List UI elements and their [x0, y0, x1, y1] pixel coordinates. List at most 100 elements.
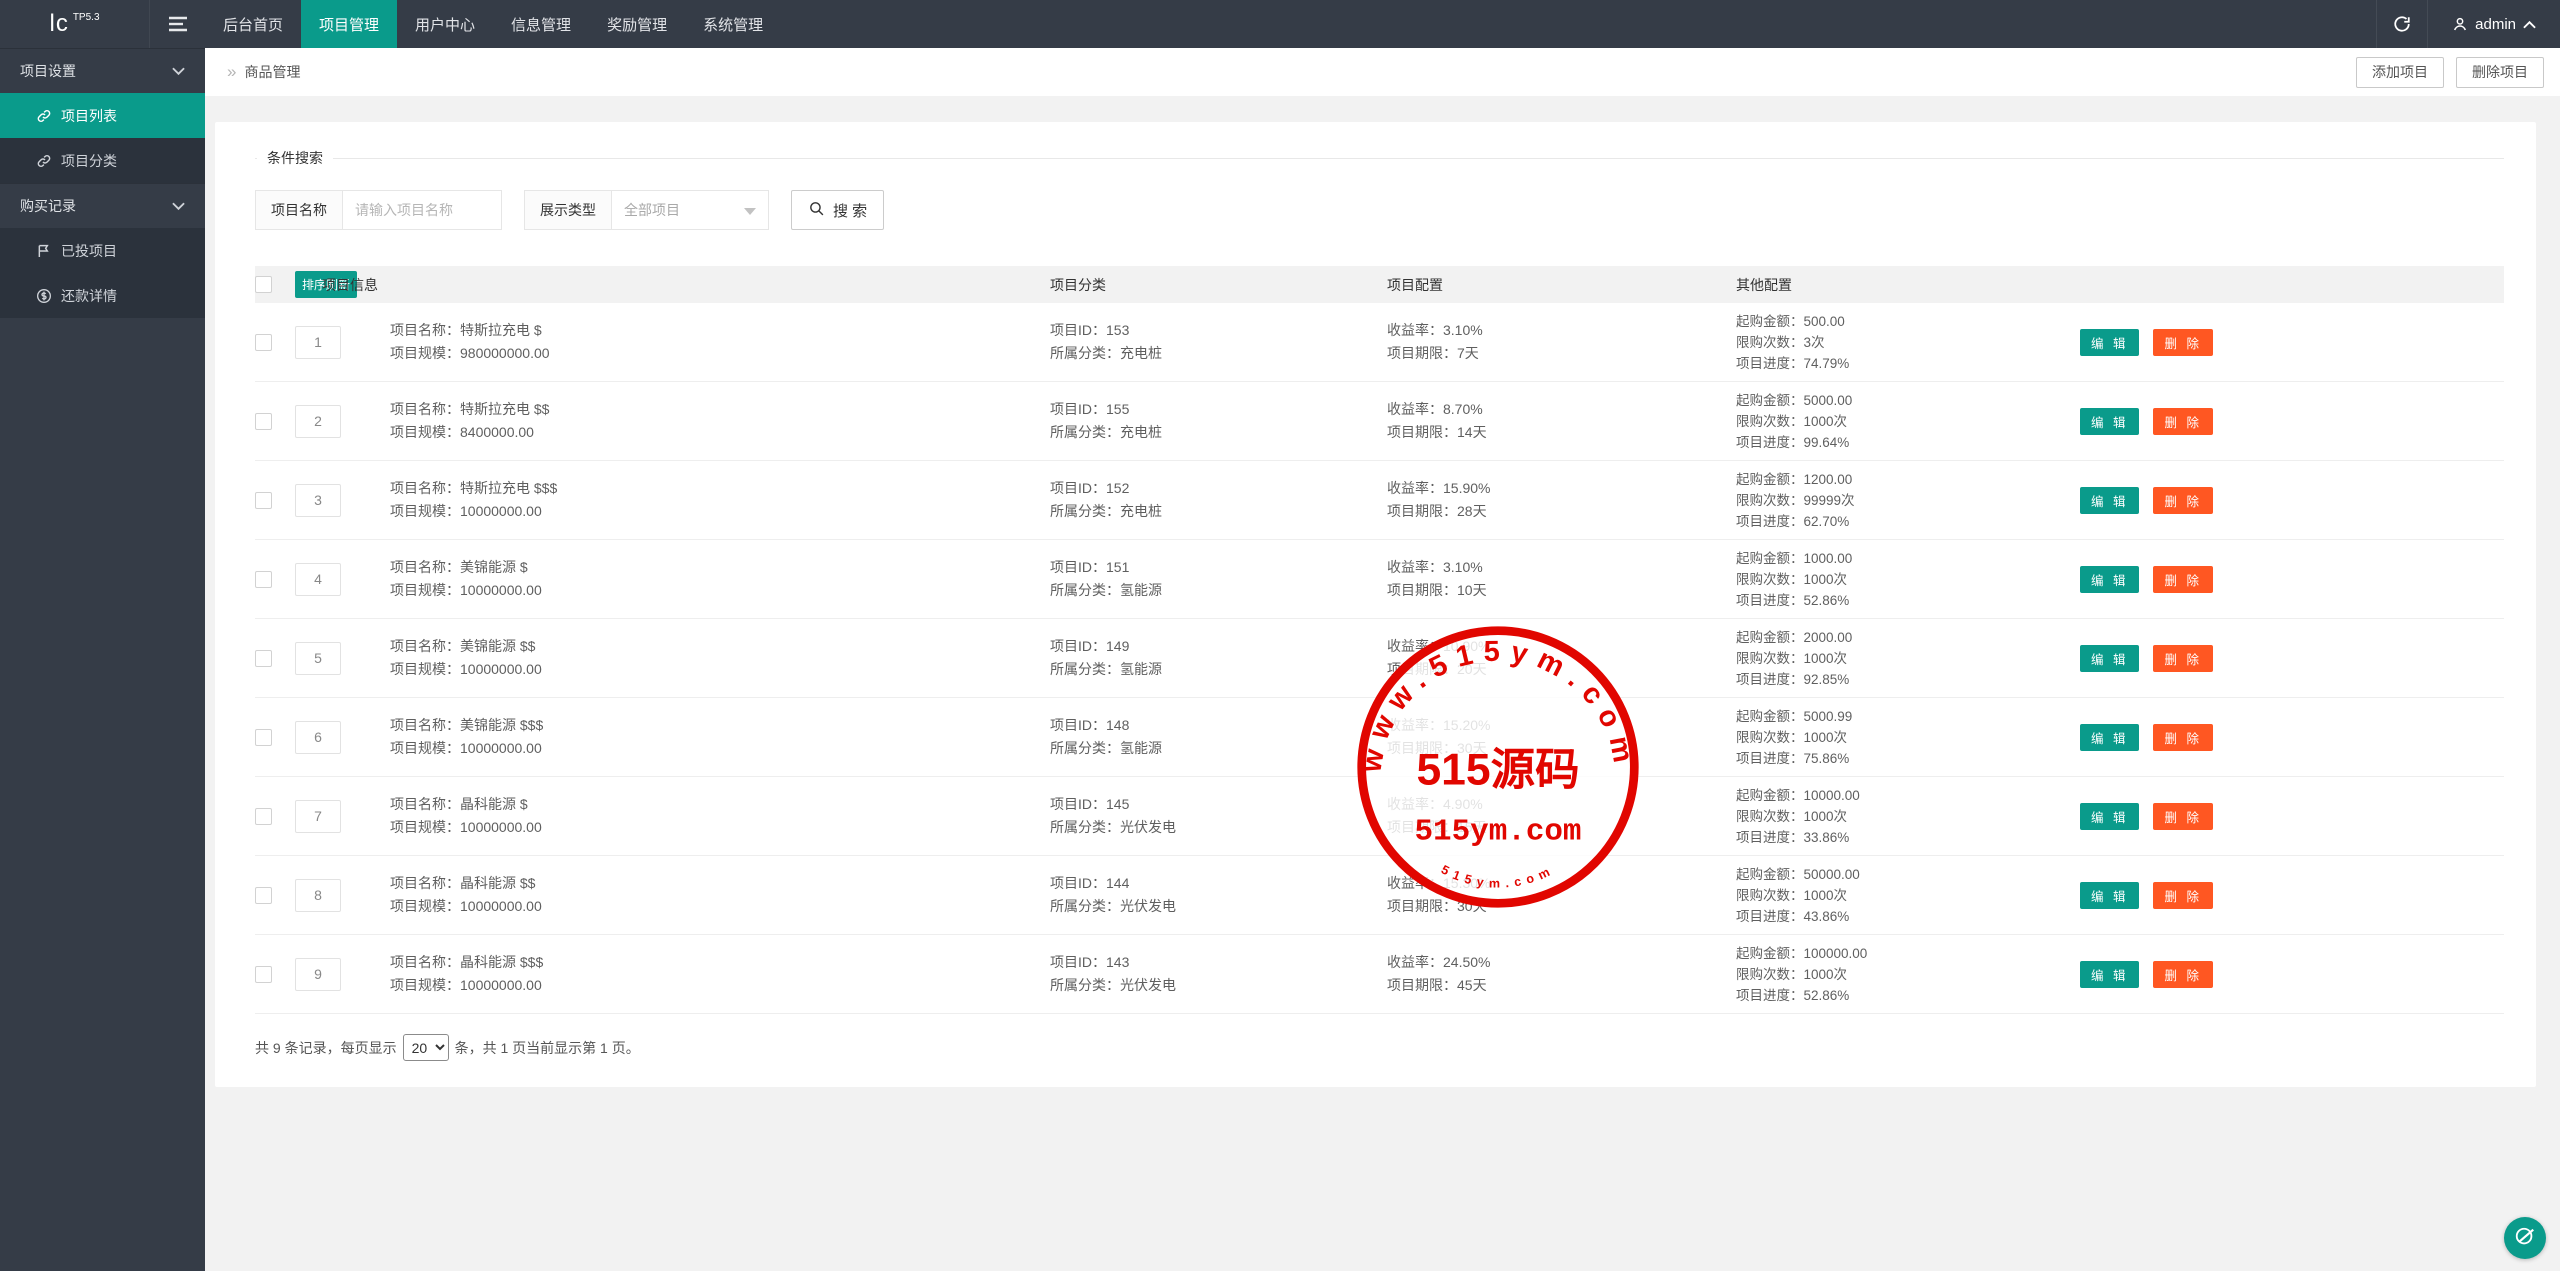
progress-value: 99.64% — [1803, 434, 1850, 450]
purchase-limit-field-label: 限购次数： — [1736, 729, 1804, 745]
select-all-checkbox[interactable] — [255, 276, 272, 293]
rate-field-label: 收益率： — [1387, 796, 1443, 812]
project-id-field-label: 项目ID： — [1050, 480, 1106, 496]
term-field-label: 项目期限： — [1387, 898, 1457, 914]
sidebar-item-label: 项目列表 — [61, 107, 117, 124]
project-id-field-label: 项目ID： — [1050, 796, 1106, 812]
edit-button[interactable]: 编 辑 — [2080, 486, 2140, 514]
page-size-select[interactable]: 20 — [402, 1034, 449, 1061]
sidebar-item-repayment-details[interactable]: 还款详情 — [0, 273, 205, 318]
row-checkbox[interactable] — [255, 491, 272, 509]
add-project-button[interactable]: 添加项目 — [2356, 56, 2444, 88]
project-id-value: 145 — [1106, 796, 1130, 812]
delete-button[interactable]: 删 除 — [2153, 328, 2213, 356]
delete-button[interactable]: 删 除 — [2153, 407, 2213, 435]
delete-button[interactable]: 删 除 — [2153, 802, 2213, 830]
project-name-input[interactable] — [342, 190, 502, 230]
nav-item-info[interactable]: 信息管理 — [493, 0, 589, 48]
nav-item-system[interactable]: 系统管理 — [685, 0, 781, 48]
nav-item-rewards[interactable]: 奖励管理 — [589, 0, 685, 48]
term-field-label: 项目期限： — [1387, 661, 1457, 677]
purchase-limit-field-label: 限购次数： — [1736, 571, 1804, 587]
rate-field-label: 收益率： — [1387, 401, 1443, 417]
row-checkbox[interactable] — [255, 412, 272, 430]
row-checkbox[interactable] — [255, 570, 272, 588]
table-row: 2 项目名称：特斯拉充电 $$ 项目规模：8400000.00 项目ID：155… — [255, 382, 2504, 461]
project-category-field-label: 所属分类： — [1050, 819, 1120, 835]
row-checkbox[interactable] — [255, 333, 272, 351]
row-order-input[interactable]: 5 — [295, 641, 341, 675]
main-content: 条件搜索 项目名称 展示类型 全部项目 搜 索 — [205, 96, 2560, 1271]
delete-button[interactable]: 删 除 — [2153, 960, 2213, 988]
row-checkbox[interactable] — [255, 886, 272, 904]
project-name-field-label: 项目名称： — [390, 401, 460, 417]
sidebar: 项目设置 项目列表 项目分类 购买记录 已投项目 还款详情 — [0, 48, 205, 1271]
sidebar-group-purchase-records[interactable]: 购买记录 — [0, 183, 205, 228]
project-name-value: 美锦能源 $$$ — [460, 717, 544, 733]
nav-item-projects[interactable]: 项目管理 — [301, 0, 398, 48]
row-order-input[interactable]: 2 — [295, 404, 341, 438]
delete-button[interactable]: 删 除 — [2153, 881, 2213, 909]
row-order-input[interactable]: 3 — [295, 483, 341, 517]
repay-coin-icon — [36, 288, 52, 304]
nav-item-dashboard[interactable]: 后台首页 — [205, 0, 301, 48]
edit-button[interactable]: 编 辑 — [2080, 723, 2140, 751]
sidebar-item-project-list[interactable]: 项目列表 — [0, 93, 205, 138]
delete-button[interactable]: 删 除 — [2153, 644, 2213, 672]
search-button[interactable]: 搜 索 — [791, 190, 885, 230]
row-order-input[interactable]: 7 — [295, 799, 341, 833]
project-id-field-label: 项目ID： — [1050, 401, 1106, 417]
nav-item-users[interactable]: 用户中心 — [397, 0, 493, 48]
edit-button[interactable]: 编 辑 — [2080, 881, 2140, 909]
progress-value: 75.86% — [1803, 750, 1850, 766]
row-order-input[interactable]: 1 — [295, 325, 341, 359]
hamburger-icon[interactable] — [150, 0, 205, 48]
page-actions: 添加项目 删除项目 — [2356, 56, 2544, 88]
rate-value: 24.50% — [1443, 954, 1491, 970]
row-order-input[interactable]: 6 — [295, 720, 341, 754]
project-id-field-label: 项目ID： — [1050, 322, 1106, 338]
project-scale-value: 10000000.00 — [460, 977, 542, 993]
row-checkbox[interactable] — [255, 728, 272, 746]
project-name-value: 美锦能源 $$ — [460, 638, 536, 654]
row-checkbox[interactable] — [255, 649, 272, 667]
delete-button[interactable]: 删 除 — [2153, 486, 2213, 514]
progress-field-label: 项目进度： — [1736, 592, 1804, 608]
row-order-input[interactable]: 4 — [295, 562, 341, 596]
project-name-label: 项目名称 — [255, 190, 342, 230]
display-type-select[interactable]: 全部项目 — [611, 190, 769, 230]
header-other-config: 其他配置 — [1736, 276, 1792, 293]
edit-button[interactable]: 编 辑 — [2080, 407, 2140, 435]
refresh-icon[interactable] — [2376, 0, 2429, 48]
delete-button[interactable]: 删 除 — [2153, 565, 2213, 593]
edit-button[interactable]: 编 辑 — [2080, 960, 2140, 988]
progress-value: 43.86% — [1803, 908, 1850, 924]
edit-button[interactable]: 编 辑 — [2080, 328, 2140, 356]
rate-field-label: 收益率： — [1387, 875, 1443, 891]
project-category-field-label: 所属分类： — [1050, 582, 1120, 598]
user-menu[interactable]: admin — [2428, 0, 2560, 48]
project-name-field-label: 项目名称： — [390, 796, 460, 812]
project-category-field-label: 所属分类： — [1050, 424, 1120, 440]
sidebar-item-project-category[interactable]: 项目分类 — [0, 138, 205, 183]
edit-button[interactable]: 编 辑 — [2080, 802, 2140, 830]
row-checkbox[interactable] — [255, 965, 272, 983]
sidebar-item-invested-projects[interactable]: 已投项目 — [0, 228, 205, 273]
username: admin — [2475, 15, 2516, 33]
edit-button[interactable]: 编 辑 — [2080, 644, 2140, 672]
header-project-config: 项目配置 — [1387, 276, 1443, 293]
sidebar-item-label: 已投项目 — [61, 242, 117, 259]
term-field-label: 项目期限： — [1387, 819, 1457, 835]
row-order-input[interactable]: 8 — [295, 878, 341, 912]
project-category-value: 氢能源 — [1120, 740, 1162, 756]
delete-button[interactable]: 删 除 — [2153, 723, 2213, 751]
project-name-field-label: 项目名称： — [390, 480, 460, 496]
content-card: 条件搜索 项目名称 展示类型 全部项目 搜 索 — [215, 122, 2536, 1087]
chevron-down-icon — [172, 198, 185, 214]
row-checkbox[interactable] — [255, 807, 272, 825]
edit-button[interactable]: 编 辑 — [2080, 565, 2140, 593]
floating-action-button[interactable] — [2504, 1217, 2546, 1259]
row-order-input[interactable]: 9 — [295, 957, 341, 991]
delete-project-button[interactable]: 删除项目 — [2456, 56, 2544, 88]
sidebar-group-project-settings[interactable]: 项目设置 — [0, 48, 205, 93]
